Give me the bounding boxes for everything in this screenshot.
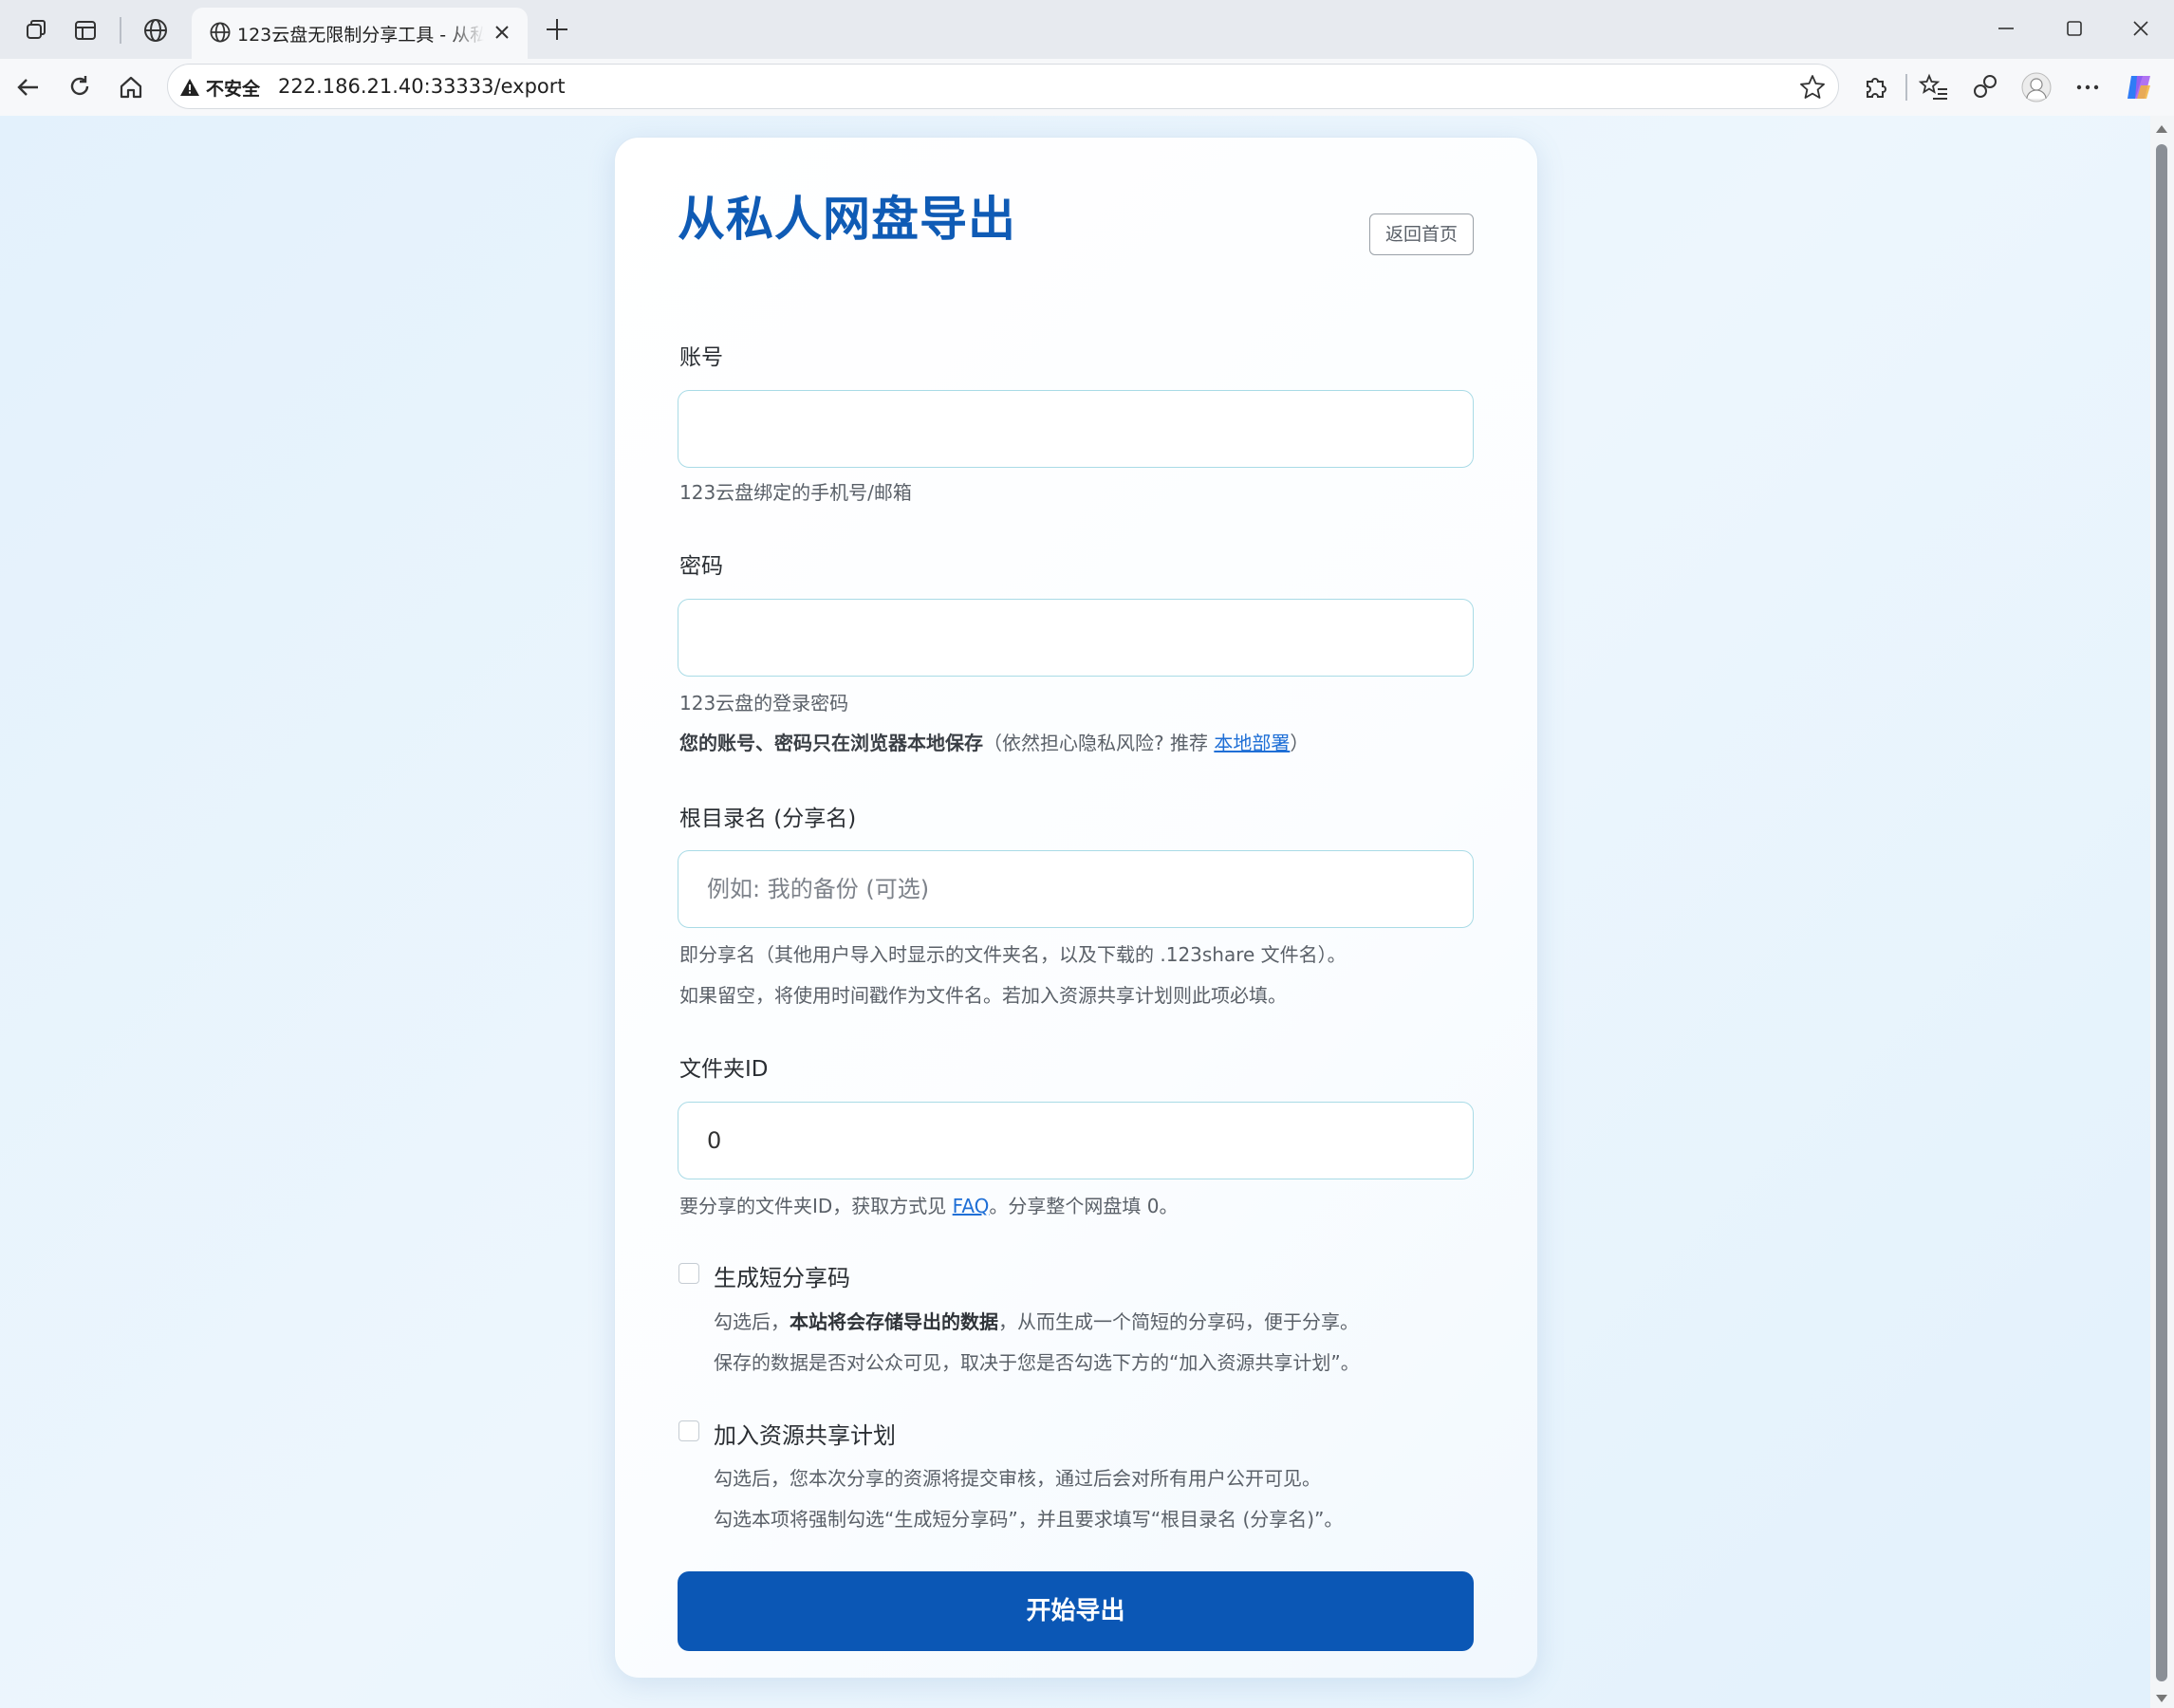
- maximize-icon[interactable]: [2059, 13, 2090, 44]
- short-code-hint-bold: 本站将会存储导出的数据: [790, 1310, 998, 1333]
- password-hint: 123云盘的登录密码: [679, 692, 849, 715]
- share-plan-hint-1: 勾选后，您本次分享的资源将提交审核，通过后会对所有用户公开可见。: [714, 1467, 1321, 1490]
- privacy-note: 您的账号、密码只在浏览器本地保存（依然担心隐私风险? 推荐 本地部署）: [679, 728, 1309, 755]
- short-code-hint-before: 勾选后，: [714, 1310, 790, 1333]
- title-bar: 123云盘无限制分享工具 - 从私人网盘导出: [0, 0, 2174, 61]
- not-secure-label[interactable]: 不安全: [206, 75, 260, 101]
- scroll-up-icon[interactable]: [2155, 123, 2168, 135]
- folder-id-input[interactable]: 0: [678, 1102, 1474, 1179]
- globe-icon: [144, 19, 167, 42]
- close-tab-icon[interactable]: [492, 22, 512, 43]
- export-form-card: 从私人网盘导出 返回首页 账号 123云盘绑定的手机号/邮箱 密码 123云盘的…: [614, 137, 1538, 1679]
- page-title: 从私人网盘导出: [678, 192, 1016, 247]
- refresh-icon[interactable]: [63, 70, 97, 104]
- short-code-hint-1: 勾选后，本站将会存储导出的数据，从而生成一个简短的分享码，便于分享。: [714, 1307, 1359, 1334]
- address-bar[interactable]: 不安全 222.186.21.40:33333/export: [167, 64, 1839, 109]
- warning-icon[interactable]: [179, 77, 200, 98]
- more-icon[interactable]: [2071, 70, 2105, 104]
- share-plan-hint-2: 勾选本项将强制勾选“生成短分享码”，并且要求填写“根目录名 (分享名)”。: [714, 1508, 1344, 1531]
- root-dir-input[interactable]: 例如: 我的备份 (可选): [678, 850, 1474, 928]
- folder-id-hint-text: 要分享的文件夹ID，获取方式见: [679, 1195, 953, 1217]
- minimize-icon[interactable]: [1991, 13, 2021, 44]
- account-input[interactable]: [678, 390, 1474, 468]
- home-icon[interactable]: [114, 70, 148, 104]
- folder-id-label: 文件夹ID: [679, 1057, 769, 1082]
- tab-title: 123云盘无限制分享工具 - 从私人网盘导出: [237, 25, 484, 46]
- workspaces-icon[interactable]: [21, 15, 51, 46]
- favorites-icon[interactable]: [1917, 70, 1951, 104]
- share-plan-label[interactable]: 加入资源共享计划: [714, 1417, 896, 1450]
- separator: [120, 17, 121, 44]
- separator: [1905, 74, 1907, 101]
- scroll-down-icon[interactable]: [2155, 1693, 2168, 1704]
- privacy-note-text: （依然担心隐私风险? 推荐: [983, 732, 1215, 754]
- short-code-hint-2: 保存的数据是否对公众可见，取决于您是否勾选下方的“加入资源共享计划”。: [714, 1351, 1360, 1374]
- local-deploy-link[interactable]: 本地部署: [1214, 732, 1290, 754]
- scrollbar-thumb[interactable]: [2156, 144, 2167, 1681]
- share-plan-checkbox[interactable]: [678, 1420, 699, 1441]
- root-dir-label: 根目录名 (分享名): [679, 807, 857, 831]
- favorite-star-icon[interactable]: [1798, 73, 1827, 102]
- tab-actions-icon[interactable]: [70, 15, 101, 46]
- short-code-checkbox[interactable]: [678, 1263, 699, 1284]
- copilot-icon[interactable]: [2122, 70, 2156, 104]
- browser-toolbar: 不安全 222.186.21.40:33333/export: [0, 59, 2174, 116]
- browser-tab[interactable]: 123云盘无限制分享工具 - 从私人网盘导出: [192, 8, 528, 61]
- close-window-icon[interactable]: [2126, 13, 2156, 44]
- account-label: 账号: [679, 345, 723, 370]
- folder-id-hint: 要分享的文件夹ID，获取方式见 FAQ。分享整个网盘填 0。: [679, 1191, 1179, 1218]
- page-viewport: 从私人网盘导出 返回首页 账号 123云盘绑定的手机号/邮箱 密码 123云盘的…: [0, 116, 2150, 1708]
- page-scrollbar[interactable]: [2150, 116, 2174, 1708]
- password-input[interactable]: [678, 599, 1474, 677]
- url-text[interactable]: 222.186.21.40:33333/export: [278, 75, 566, 98]
- back-home-button[interactable]: 返回首页: [1369, 214, 1474, 255]
- profile-avatar-icon[interactable]: [2019, 70, 2053, 104]
- short-code-hint-after: ，从而生成一个简短的分享码，便于分享。: [998, 1310, 1359, 1333]
- privacy-note-end: ）: [1290, 732, 1310, 754]
- password-label: 密码: [679, 554, 723, 579]
- extensions-icon[interactable]: [1858, 70, 1892, 104]
- privacy-note-bold: 您的账号、密码只在浏览器本地保存: [679, 732, 983, 754]
- collections-icon[interactable]: [1968, 70, 2002, 104]
- folder-id-hint-end: 。分享整个网盘填 0。: [989, 1195, 1179, 1217]
- faq-link[interactable]: FAQ: [953, 1195, 990, 1217]
- back-icon[interactable]: [11, 70, 46, 104]
- root-dir-hint-2: 如果留空，将使用时间戳作为文件名。若加入资源共享计划则此项必填。: [679, 984, 1287, 1007]
- short-code-label[interactable]: 生成短分享码: [714, 1259, 850, 1292]
- account-hint: 123云盘绑定的手机号/邮箱: [679, 481, 912, 504]
- start-export-button[interactable]: 开始导出: [678, 1571, 1474, 1651]
- new-tab-icon[interactable]: [543, 15, 571, 44]
- tab-globe-icon: [210, 22, 231, 43]
- root-dir-hint-1: 即分享名（其他用户导入时显示的文件夹名，以及下载的 .123share 文件名）…: [679, 943, 1347, 966]
